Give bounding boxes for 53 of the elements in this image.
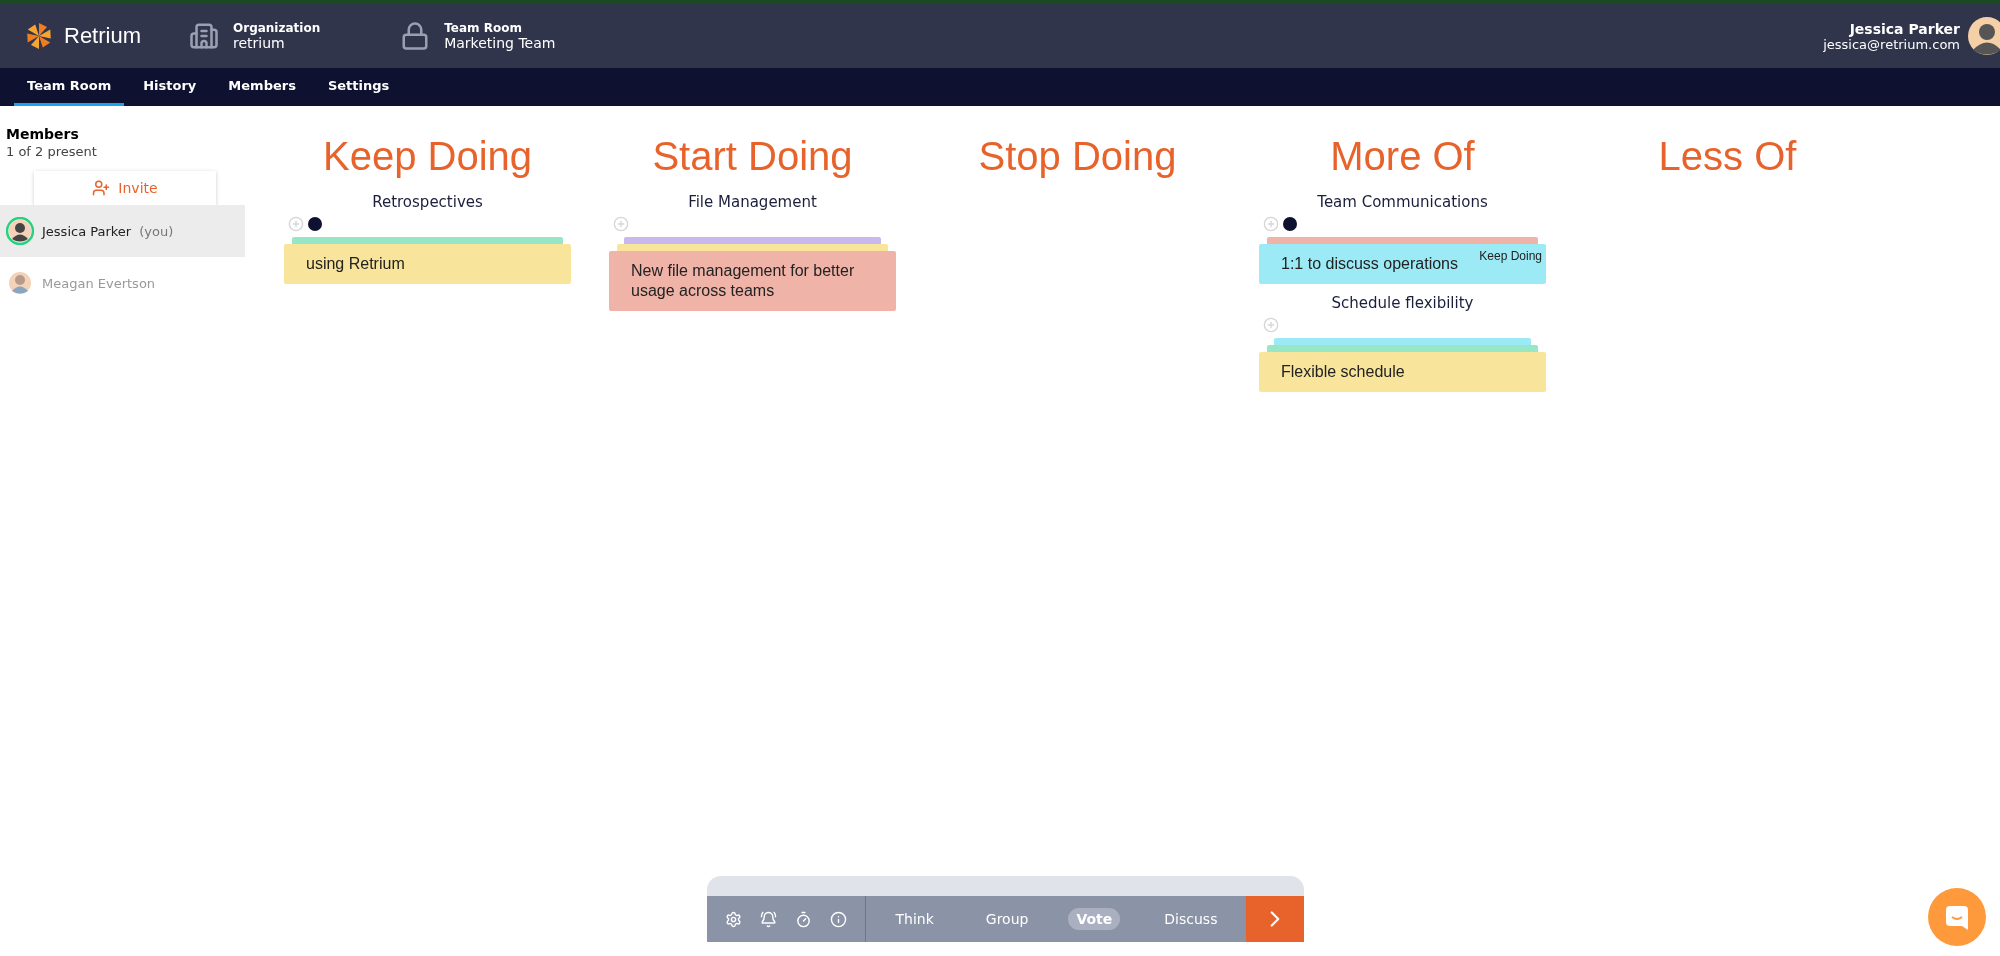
organization-label: Organization [233,21,321,35]
user-name: Jessica Parker [1848,20,1960,37]
chat-icon [1943,903,1971,931]
nav-tab[interactable]: Members [215,68,309,106]
members-title: Members [5,126,80,142]
vote-dot [1283,217,1297,231]
group-title: Retrospectives [371,193,484,211]
group-title: Team Communications [1316,193,1489,211]
add-user-icon [92,179,111,197]
organization-name: retrium [233,35,286,51]
chat-button[interactable] [1928,888,1986,946]
add-vote-icon[interactable] [1263,317,1279,333]
lock-icon [400,21,431,51]
add-vote-icon[interactable] [613,216,629,232]
card-text: using Retrium [306,254,405,274]
settings-icon[interactable] [724,910,742,928]
sticky-card[interactable]: using Retrium [284,244,571,284]
add-vote-icon[interactable] [1263,216,1279,232]
card-text: Flexible schedule [1281,362,1405,382]
nav-tab[interactable]: Team Room [14,68,125,106]
members-count: 1 of 2 present [5,144,98,159]
info-icon[interactable] [829,910,847,928]
sticky-card[interactable]: Flexible schedule [1259,352,1546,392]
user-email: jessica@retrium.com [1823,36,1960,52]
group-title: File Management [687,193,818,211]
nav-tab[interactable]: Settings [314,68,403,106]
team-room-label: Team Room [444,21,523,35]
member-name: Meagan Evertson [42,275,156,291]
you-label: (you) [139,223,174,239]
member-item[interactable]: Jessica Parker (you) [0,205,245,257]
member-name: Jessica Parker [42,223,132,239]
app-name: Retrium [64,23,141,49]
add-vote-icon[interactable] [288,216,304,232]
bell-icon[interactable] [759,910,777,928]
vote-dot [308,217,322,231]
nav-tab[interactable]: History [130,68,210,106]
next-button[interactable] [1245,896,1304,942]
building-icon [189,21,219,51]
column-title: Start Doing [652,134,853,179]
card-tag: Keep Doing [1479,246,1542,266]
column-title: Less Of [1658,134,1797,179]
user-avatar[interactable] [1968,17,2000,55]
column-title: Stop Doing [978,134,1177,179]
group-title: Schedule flexibility [1330,294,1475,312]
sticky-card[interactable]: 1:1 to discuss operations Keep Doing [1259,244,1546,284]
team-room-name: Marketing Team [444,35,556,51]
column-title: Keep Doing [322,134,532,179]
sticky-card[interactable]: New file management for better usage across teams [609,251,896,311]
card-text: New file management for better usage across teams [631,261,856,301]
card-text: 1:1 to discuss operations [1281,254,1458,274]
logo-icon [24,21,54,51]
column-title: More Of [1330,134,1475,179]
timer-icon[interactable] [794,910,812,928]
